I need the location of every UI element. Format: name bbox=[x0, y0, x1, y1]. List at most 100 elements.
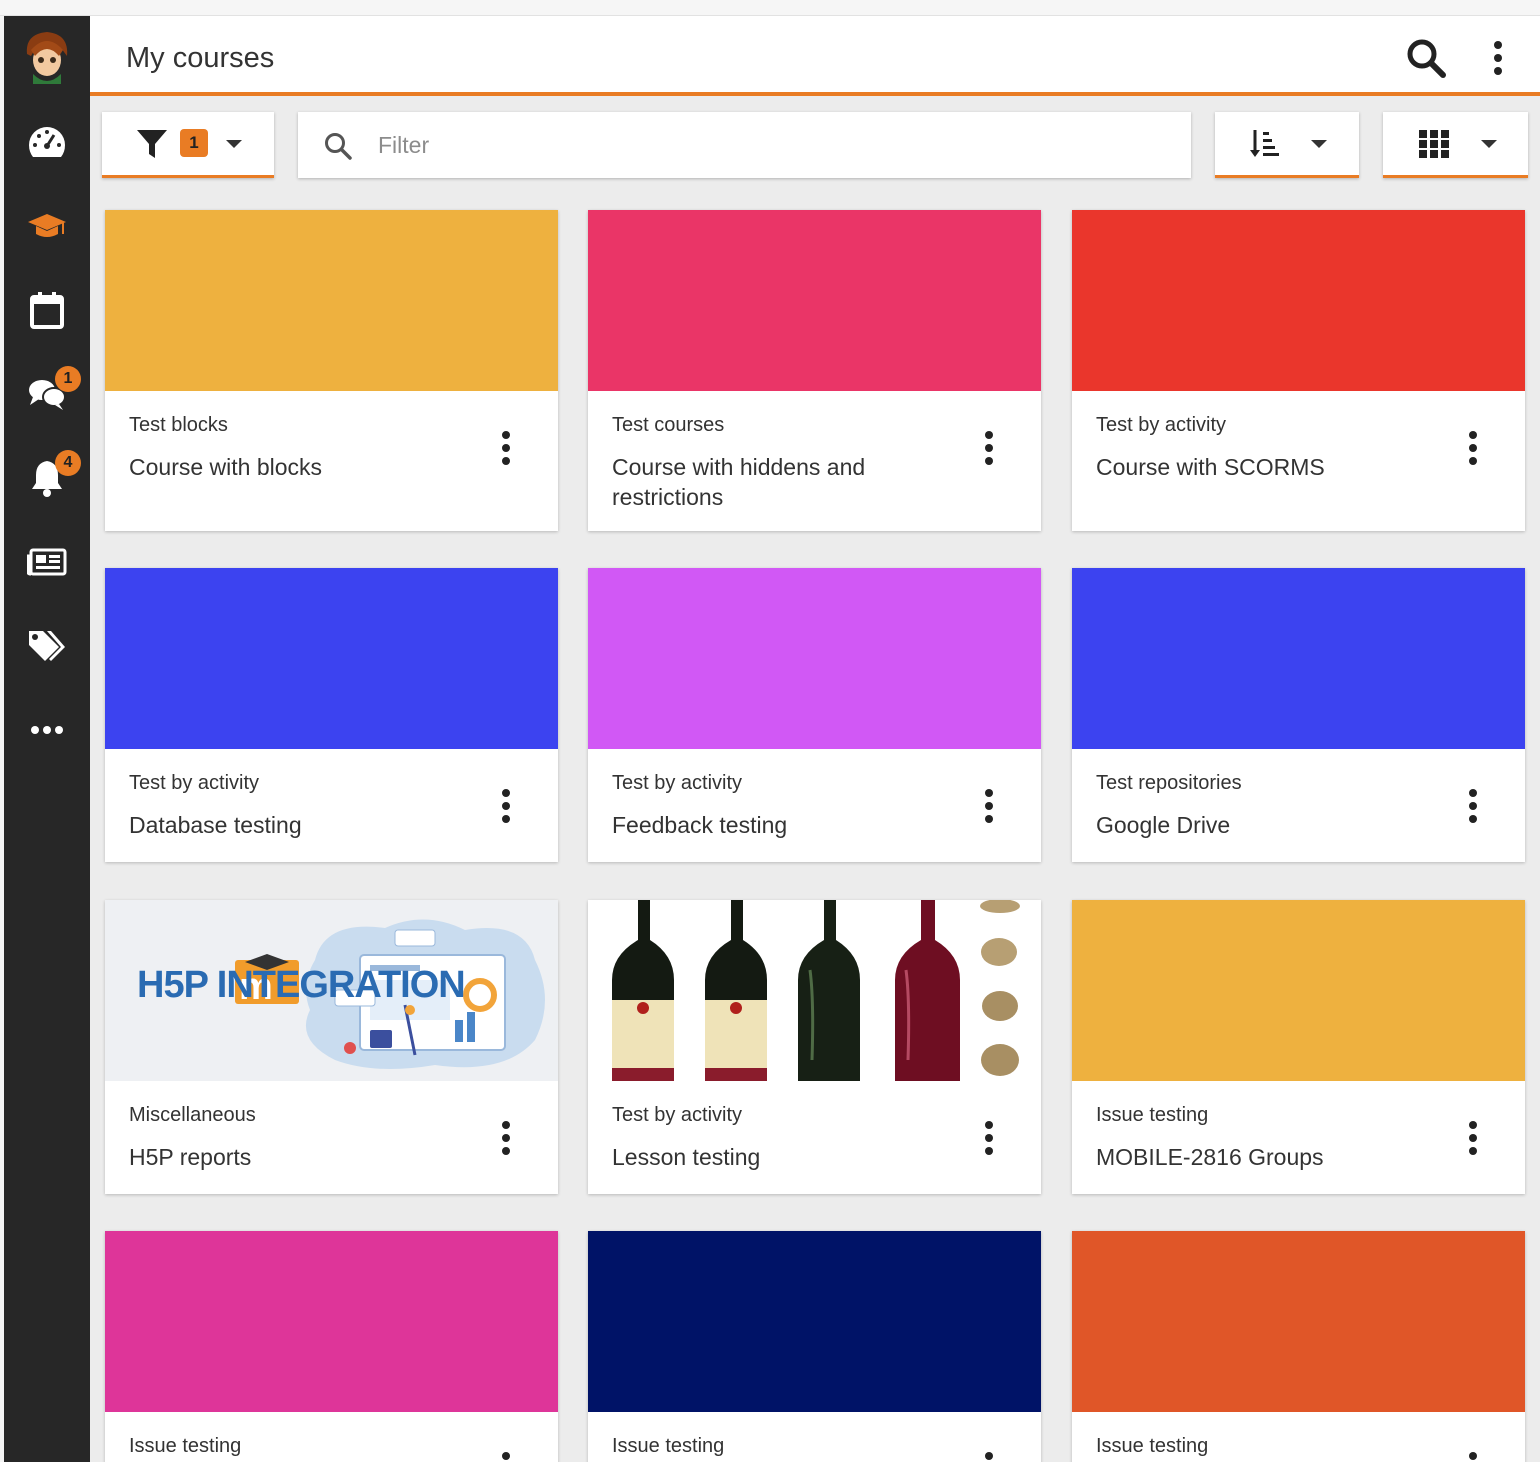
ellipsis-horizontal-icon bbox=[31, 726, 63, 734]
course-image bbox=[588, 568, 1041, 749]
gauge-icon bbox=[29, 127, 65, 157]
search-icon bbox=[325, 133, 352, 160]
sort-button[interactable] bbox=[1215, 112, 1359, 178]
course-card[interactable]: Test by activity Course with SCORMS bbox=[1072, 210, 1525, 531]
course-card[interactable]: Issue testing bbox=[588, 1231, 1041, 1462]
tags-menu-item[interactable] bbox=[4, 616, 90, 676]
course-options-button[interactable] bbox=[486, 426, 526, 470]
course-image bbox=[1072, 568, 1525, 749]
course-name: MOBILE-2816 Groups bbox=[1096, 1144, 1324, 1170]
notifications-menu-item[interactable]: 4 bbox=[4, 448, 90, 508]
course-category: Test by activity bbox=[1096, 414, 1227, 436]
course-image-h5p: m H5P INTEGRATION bbox=[105, 900, 558, 1081]
wine-bottles-picture bbox=[612, 900, 1020, 1081]
course-category: Issue testing bbox=[1096, 1104, 1209, 1126]
calendar-menu-item[interactable] bbox=[4, 280, 90, 340]
course-name: Database testing bbox=[129, 812, 302, 838]
kebab-menu-icon bbox=[502, 1452, 510, 1460]
kebab-menu-icon bbox=[985, 1121, 993, 1155]
header-options-button[interactable] bbox=[1476, 36, 1520, 80]
graduation-cap-icon bbox=[28, 214, 66, 237]
newspaper-icon bbox=[27, 548, 67, 576]
course-category: Test blocks bbox=[129, 414, 228, 436]
main-content: My courses 1 Filter Test blocks Course w… bbox=[90, 16, 1540, 1462]
search-filter-box bbox=[298, 112, 1191, 178]
course-image bbox=[105, 568, 558, 749]
course-category: Issue testing bbox=[129, 1435, 242, 1457]
h5p-logo-text: H5P INTEGRATION bbox=[137, 964, 466, 1006]
course-category: Test by activity bbox=[129, 772, 260, 794]
course-card[interactable]: m H5P INTEGRATION Miscellaneous H5P repo… bbox=[105, 900, 558, 1194]
course-card[interactable]: Test courses Course with hiddens and res… bbox=[588, 210, 1041, 531]
course-image bbox=[1072, 1231, 1525, 1412]
filter-input[interactable] bbox=[378, 130, 1158, 160]
user-avatar[interactable] bbox=[4, 26, 90, 86]
course-card[interactable]: Issue testing bbox=[1072, 1231, 1525, 1462]
grid-view-icon bbox=[1419, 130, 1449, 158]
avatar-icon bbox=[26, 32, 68, 84]
course-card[interactable]: Test repositories Google Drive bbox=[1072, 568, 1525, 862]
layout-view-button[interactable] bbox=[1383, 112, 1528, 178]
course-options-button[interactable] bbox=[1453, 1116, 1493, 1160]
course-card[interactable]: Test by activity Lesson testing bbox=[588, 900, 1041, 1194]
main-menu-sidebar: 1 4 bbox=[4, 16, 90, 1462]
course-image bbox=[105, 210, 558, 391]
page-header: My courses bbox=[90, 16, 1540, 96]
notifications-badge: 4 bbox=[55, 450, 81, 476]
kebab-menu-icon bbox=[1469, 789, 1477, 823]
kebab-menu-icon bbox=[502, 431, 510, 465]
course-image bbox=[588, 210, 1041, 391]
page-title: My courses bbox=[126, 42, 275, 74]
course-name: Lesson testing bbox=[612, 1144, 761, 1170]
course-card[interactable]: Issue testing bbox=[105, 1231, 558, 1462]
course-options-button[interactable] bbox=[969, 1447, 1009, 1462]
course-card[interactable]: Test by activity Database testing bbox=[105, 568, 558, 862]
course-options-button[interactable] bbox=[969, 426, 1009, 470]
more-menu-item[interactable] bbox=[4, 700, 90, 760]
course-name: H5P reports bbox=[129, 1144, 252, 1170]
kebab-menu-icon bbox=[1469, 1121, 1477, 1155]
course-category: Test by activity bbox=[612, 772, 743, 794]
search-icon bbox=[1407, 39, 1446, 78]
sort-ascending-icon bbox=[1250, 130, 1279, 157]
kebab-menu-icon bbox=[1469, 1452, 1477, 1460]
course-name: Course with SCORMS bbox=[1096, 454, 1325, 480]
course-image-wine-bottles bbox=[588, 900, 1041, 1081]
course-image bbox=[1072, 900, 1525, 1081]
course-options-button[interactable] bbox=[1453, 426, 1493, 470]
course-options-button[interactable] bbox=[486, 784, 526, 828]
course-options-button[interactable] bbox=[969, 784, 1009, 828]
course-options-button[interactable] bbox=[969, 1116, 1009, 1160]
course-category: Test by activity bbox=[612, 1104, 743, 1126]
kebab-menu-icon bbox=[502, 1121, 510, 1155]
site-news-menu-item[interactable] bbox=[4, 532, 90, 592]
course-image bbox=[588, 1231, 1041, 1412]
course-card[interactable]: Test blocks Course with blocks bbox=[105, 210, 558, 531]
course-card[interactable]: Test by activity Feedback testing bbox=[588, 568, 1041, 862]
course-category: Issue testing bbox=[612, 1435, 725, 1457]
filter-button[interactable]: 1 bbox=[102, 112, 274, 178]
course-category: Test courses bbox=[612, 414, 725, 436]
caret-down-icon bbox=[1311, 140, 1327, 148]
course-image bbox=[1072, 210, 1525, 391]
course-name: Google Drive bbox=[1096, 812, 1231, 838]
course-image bbox=[105, 1231, 558, 1412]
kebab-menu-icon bbox=[985, 431, 993, 465]
calendar-icon bbox=[30, 292, 64, 329]
course-card[interactable]: Issue testing MOBILE-2816 Groups bbox=[1072, 900, 1525, 1194]
dashboard-menu-item[interactable] bbox=[4, 112, 90, 172]
messages-menu-item[interactable]: 1 bbox=[4, 364, 90, 424]
course-options-button[interactable] bbox=[486, 1447, 526, 1462]
kebab-menu-icon bbox=[1494, 41, 1502, 75]
course-options-button[interactable] bbox=[1453, 784, 1493, 828]
search-button[interactable] bbox=[1404, 36, 1448, 80]
course-name: Course with hiddens and restrictions bbox=[612, 454, 866, 510]
caret-down-icon bbox=[226, 140, 242, 148]
course-options-button[interactable] bbox=[1453, 1447, 1493, 1462]
kebab-menu-icon bbox=[985, 789, 993, 823]
course-name: Course with blocks bbox=[129, 454, 323, 480]
window-top-strip bbox=[0, 0, 1540, 16]
my-courses-menu-item[interactable] bbox=[4, 196, 90, 256]
course-category: Miscellaneous bbox=[129, 1104, 256, 1126]
course-options-button[interactable] bbox=[486, 1116, 526, 1160]
